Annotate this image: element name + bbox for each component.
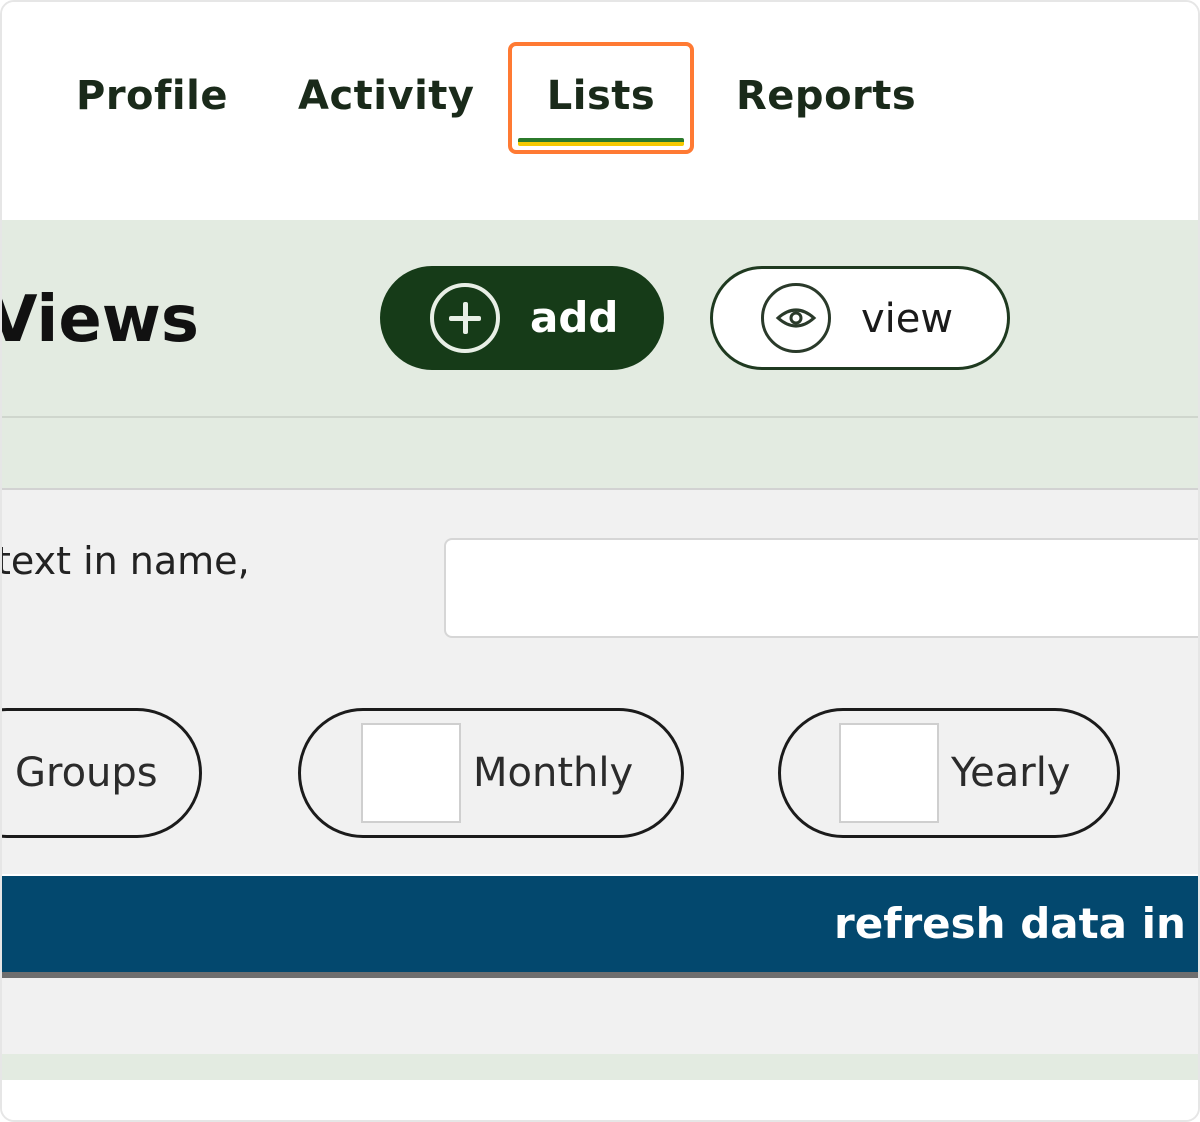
add-button-label: add	[530, 293, 619, 342]
filter-yearly-label: Yearly	[951, 750, 1071, 796]
view-button-label: view	[861, 296, 954, 342]
yearly-checkbox[interactable]	[839, 723, 939, 823]
refresh-data-label: refresh data in ta	[834, 899, 1198, 948]
app-window: Profile Activity Lists Reports Views add…	[0, 0, 1200, 1122]
page-title: Views	[0, 283, 199, 357]
section-divider	[2, 418, 1198, 490]
filter-groups-label: Groups	[15, 750, 158, 796]
tab-activity[interactable]: Activity	[298, 66, 474, 126]
footer-strip	[2, 1054, 1198, 1080]
tab-lists[interactable]: Lists	[508, 42, 694, 154]
filter-monthly-label: Monthly	[473, 750, 634, 796]
monthly-checkbox[interactable]	[361, 723, 461, 823]
eye-icon	[761, 283, 831, 353]
filter-groups-toggle[interactable]: Groups	[2, 708, 202, 838]
tab-reports[interactable]: Reports	[736, 66, 916, 126]
tab-bar: Profile Activity Lists Reports	[2, 2, 1198, 220]
plus-circle-icon	[430, 283, 500, 353]
filter-monthly-toggle[interactable]: Monthly	[298, 708, 684, 838]
table-area	[2, 978, 1198, 1054]
add-button[interactable]: add	[380, 266, 664, 370]
search-label: text in name,	[0, 539, 250, 583]
filter-yearly-toggle[interactable]: Yearly	[778, 708, 1120, 838]
filter-panel: text in name, Groups Monthly Yearly	[2, 490, 1198, 874]
search-input[interactable]	[444, 538, 1198, 638]
views-header: Views add view	[2, 220, 1198, 418]
view-button[interactable]: view	[710, 266, 1010, 370]
active-tab-indicator	[518, 138, 684, 146]
tab-lists-label: Lists	[546, 73, 656, 119]
refresh-data-button[interactable]: refresh data in ta	[2, 876, 1198, 978]
footer-space	[2, 1080, 1198, 1120]
tab-profile[interactable]: Profile	[76, 66, 228, 126]
